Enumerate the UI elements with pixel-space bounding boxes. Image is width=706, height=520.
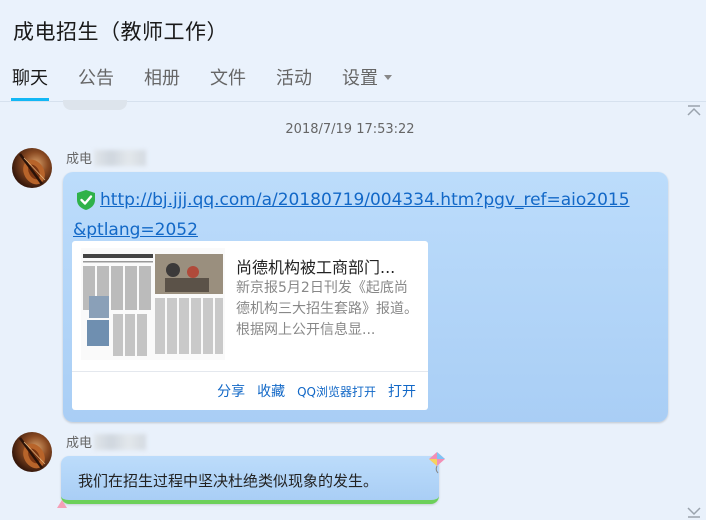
- tab-label: 文件: [210, 68, 246, 89]
- sender-name: 成电: [66, 432, 147, 451]
- scroll-down-arrow-icon[interactable]: [686, 505, 702, 519]
- scroll-up-arrow-icon[interactable]: [686, 104, 702, 118]
- tab-label: 公告: [78, 68, 114, 89]
- card-title[interactable]: 尚德机构被工商部门...: [236, 254, 416, 278]
- kite-decoration-icon: [429, 452, 445, 474]
- tab-bar: 聊天 公告 相册 文件 活动 设置: [11, 64, 422, 102]
- tab-label: 活动: [276, 68, 312, 89]
- tab-album[interactable]: 相册: [144, 64, 180, 102]
- bubble-corner-decoration-icon: [57, 500, 67, 508]
- tab-chat[interactable]: 聊天: [11, 64, 49, 102]
- redacted-name: [94, 433, 147, 450]
- tab-settings[interactable]: 设置: [342, 64, 392, 102]
- favorite-button[interactable]: 收藏: [257, 381, 285, 401]
- violin-avatar-icon: [18, 437, 46, 469]
- message-link[interactable]: http://bj.jjj.qq.com/a/20180719/004334.h…: [73, 185, 633, 245]
- tab-label: 聊天: [12, 68, 48, 89]
- sender-label: 成电: [66, 436, 93, 451]
- message-text: 我们在招生过程中坚决杜绝类似现象的发生。: [78, 472, 379, 490]
- tab-label: 相册: [144, 68, 180, 89]
- card-divider: [72, 371, 428, 372]
- link-preview-card[interactable]: 尚德机构被工商部门... 新京报5月2日刊发《起底尚德机构三大招生套路》报道。根…: [72, 241, 428, 410]
- link-message-bubble[interactable]: http://bj.jjj.qq.com/a/20180719/004334.h…: [63, 172, 668, 422]
- card-description: 新京报5月2日刊发《起底尚德机构三大招生套路》报道。根据网上公开信息显...: [236, 280, 418, 338]
- text-message-bubble[interactable]: 我们在招生过程中坚决杜绝类似现象的发生。: [61, 456, 439, 504]
- tab-announcements[interactable]: 公告: [78, 64, 114, 102]
- share-button[interactable]: 分享: [217, 381, 245, 401]
- open-in-qq-browser-button[interactable]: QQ浏览器打开: [297, 381, 376, 401]
- tab-label: 设置: [342, 68, 378, 89]
- chevron-down-icon: [384, 74, 392, 80]
- open-button[interactable]: 打开: [388, 381, 416, 401]
- message-timestamp: 2018/7/19 17:53:22: [285, 122, 415, 137]
- sender-name: 成电: [66, 148, 147, 167]
- avatar[interactable]: [12, 148, 52, 188]
- card-actions: 分享 收藏 QQ浏览器打开 打开: [205, 381, 416, 401]
- redacted-name: [94, 149, 147, 166]
- sender-label: 成电: [66, 152, 93, 167]
- newspaper-thumbnail-image: [81, 248, 225, 360]
- avatar[interactable]: [12, 432, 52, 472]
- tab-activities[interactable]: 活动: [276, 64, 312, 102]
- tab-files[interactable]: 文件: [210, 64, 246, 102]
- previous-bubble-edge: [63, 100, 127, 110]
- group-title: 成电招生（教师工作）: [13, 20, 228, 44]
- group-header: 成电招生（教师工作） 聊天 公告 相册 文件 活动 设置: [0, 0, 706, 102]
- article-thumbnail[interactable]: [81, 248, 225, 360]
- violin-avatar-icon: [18, 153, 46, 185]
- message-list[interactable]: 2018/7/19 17:53:22 成电 http://bj.jjj.qq.c…: [0, 100, 706, 520]
